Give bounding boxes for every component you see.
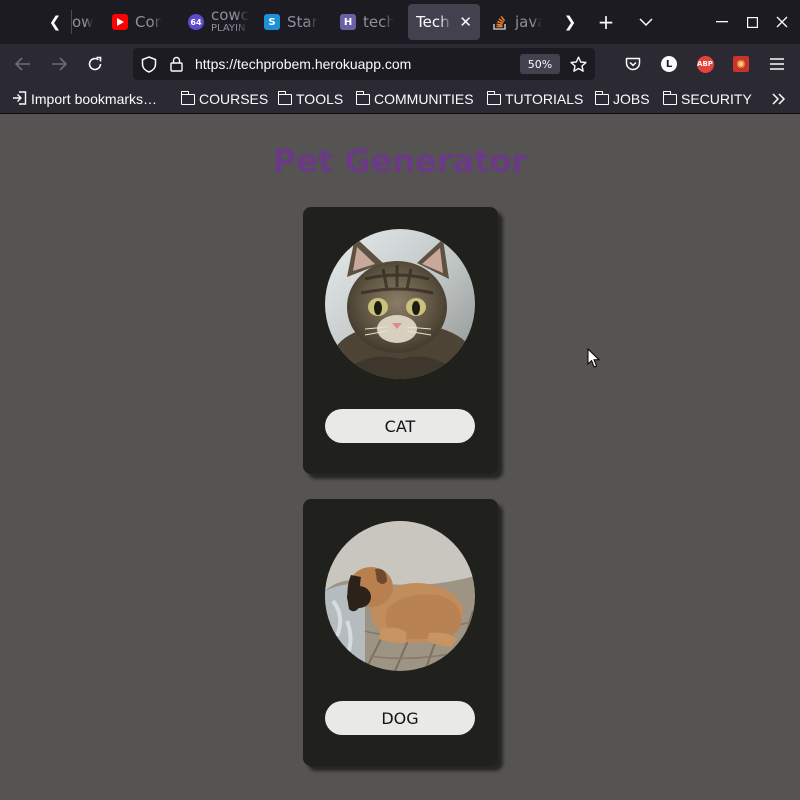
bookmark-label: TUTORIALS <box>505 91 584 107</box>
tab-2[interactable]: Com <box>104 4 170 40</box>
folder-icon <box>486 91 501 105</box>
dog-button[interactable]: DOG <box>325 701 475 735</box>
pet-card-cat: CAT <box>303 207 498 474</box>
bookmark-label: COURSES <box>199 91 269 107</box>
adblock-label: ABP <box>696 55 714 73</box>
stackoverflow-icon <box>492 14 508 30</box>
minimize-icon[interactable] <box>707 0 737 44</box>
scroll-tabs-left-icon[interactable]: ❮ <box>40 0 70 44</box>
navigation-toolbar: https://techprobem.herokuapp.com 50% L A… <box>0 44 800 84</box>
bookmark-label: Import bookmarks… <box>31 91 158 107</box>
import-icon <box>12 90 27 108</box>
youtube-icon <box>112 14 128 30</box>
scroll-tabs-right-icon[interactable]: ❯ <box>555 0 585 44</box>
page-title: Pet Generator <box>272 142 528 180</box>
bookmark-label: TOOLS <box>296 91 344 107</box>
account-avatar[interactable]: L <box>657 52 681 76</box>
shield-icon[interactable] <box>141 48 157 80</box>
tab-1[interactable]: ow <box>72 4 102 40</box>
tab-title: Com <box>135 13 162 31</box>
folder-icon <box>662 91 677 105</box>
tab-3[interactable]: 64 cowc PLAYIN <box>180 4 248 40</box>
lock-icon[interactable] <box>170 48 183 80</box>
app-64-icon: 64 <box>188 14 204 30</box>
tab-title: tech <box>363 13 394 31</box>
bookmark-label: COMMUNITIES <box>374 91 474 107</box>
bookmark-folder-tools[interactable]: TOOLS <box>277 84 344 114</box>
mouse-cursor-icon <box>587 347 601 373</box>
tab-4[interactable]: S Start <box>256 4 326 40</box>
bookmark-folder-communities[interactable]: COMMUNITIES <box>355 84 474 114</box>
tab-title: ow <box>72 13 94 31</box>
list-all-tabs-icon[interactable] <box>631 0 661 44</box>
cat-button[interactable]: CAT <box>325 409 475 443</box>
tab-strip: ❮ ow Com 64 cowc PLAYIN S Start H tech T… <box>0 0 800 44</box>
tab-5[interactable]: H tech <box>332 4 402 40</box>
adblock-plus-icon[interactable]: ABP <box>693 52 717 76</box>
cat-photo <box>325 229 475 379</box>
dog-photo <box>325 521 475 671</box>
bookmark-star-icon[interactable] <box>570 48 587 80</box>
tab-subtitle: PLAYIN <box>211 23 246 34</box>
folder-icon <box>180 91 195 105</box>
pet-card-dog: DOG <box>303 499 498 766</box>
bookmark-folder-tutorials[interactable]: TUTORIALS <box>486 84 584 114</box>
bookmark-import[interactable]: Import bookmarks… <box>12 84 157 114</box>
bookmark-label: SECURITY <box>681 91 752 107</box>
tab-7[interactable]: javas <box>484 4 550 40</box>
folder-icon <box>594 91 609 105</box>
folder-icon <box>277 91 292 105</box>
tab-title: Tech c <box>416 13 452 31</box>
heroku-icon: H <box>340 14 356 30</box>
bookmark-folder-security[interactable]: SECURITY <box>662 84 752 114</box>
bookmark-folder-courses[interactable]: COURSES <box>180 84 269 114</box>
reload-icon[interactable] <box>79 48 111 80</box>
tab-title: cowc <box>211 9 248 22</box>
pocket-icon[interactable] <box>621 52 645 76</box>
account-initial: L <box>661 56 677 72</box>
folder-icon <box>355 91 370 105</box>
close-tab-icon[interactable]: ✕ <box>459 13 472 31</box>
menu-icon[interactable] <box>765 52 789 76</box>
tab-title: javas <box>515 13 542 31</box>
s-site-icon: S <box>264 14 280 30</box>
zoom-level-badge[interactable]: 50% <box>520 54 560 74</box>
tab-6-active[interactable]: Tech c ✕ <box>408 4 480 40</box>
address-bar[interactable]: https://techprobem.herokuapp.com 50% <box>133 48 595 80</box>
bookmarks-toolbar: Import bookmarks… COURSES TOOLS COMMUNIT… <box>0 84 800 114</box>
forward-icon[interactable] <box>43 48 75 80</box>
bookmark-label: JOBS <box>613 91 650 107</box>
tab-title: Start <box>287 13 318 31</box>
url-text[interactable]: https://techprobem.herokuapp.com <box>195 48 411 80</box>
page-content: Pet Generator CAT DOG <box>0 114 800 800</box>
maximize-icon[interactable] <box>737 0 767 44</box>
bookmark-folder-jobs[interactable]: JOBS <box>594 84 650 114</box>
new-tab-icon[interactable]: + <box>591 0 621 44</box>
back-icon[interactable] <box>7 48 39 80</box>
more-bookmarks-icon[interactable] <box>772 84 786 114</box>
close-window-icon[interactable] <box>767 0 797 44</box>
extension-icon[interactable]: ✺ <box>729 52 753 76</box>
